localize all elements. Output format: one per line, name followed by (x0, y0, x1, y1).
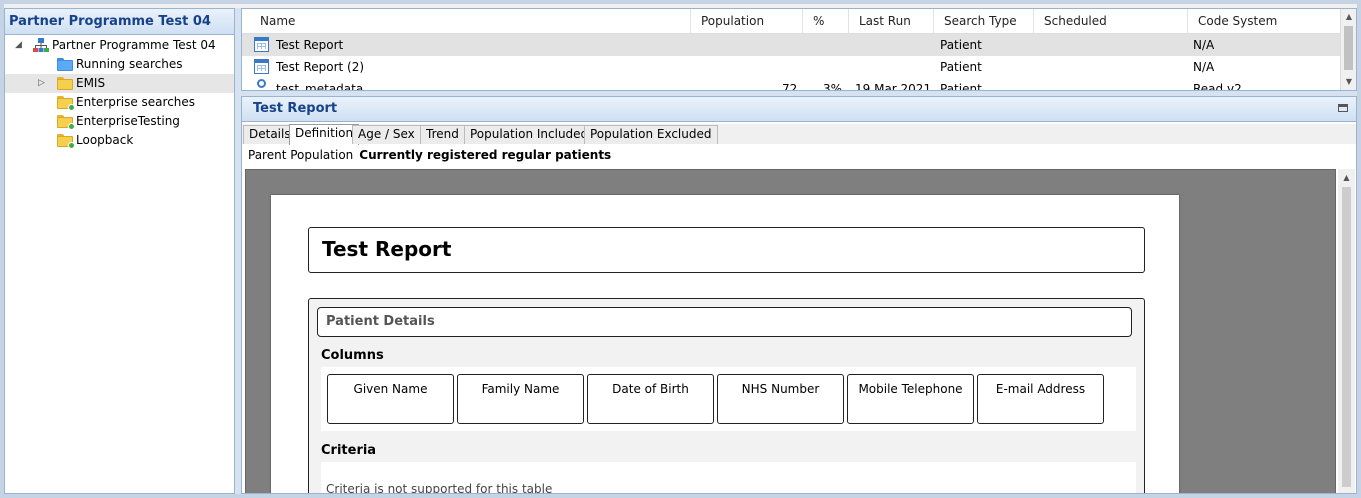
org-icon (33, 38, 49, 52)
preview-scrollbar[interactable]: ▲ (1338, 169, 1355, 493)
detail-panel: Test Report Details Definition Age / Sex… (241, 96, 1357, 494)
criteria-box: Criteria is not supported for this table (321, 462, 1136, 494)
row-name: Test Report (276, 38, 344, 52)
section-title: Patient Details (317, 307, 1132, 337)
scroll-thumb[interactable] (1342, 187, 1351, 487)
table-row[interactable]: test_metadata 72 3% 19 Mar 2021 Patient … (242, 78, 1342, 91)
minimize-icon[interactable] (1338, 104, 1348, 112)
column-header-last-run[interactable]: Last Run (849, 9, 934, 34)
tree-item-label: Loopback (76, 133, 134, 147)
report-page: Test Report Patient Details Columns Give… (271, 195, 1179, 494)
criteria-text: Criteria is not supported for this table (326, 482, 553, 494)
columns-list: Given Name Family Name Date of Birth NHS… (321, 367, 1136, 431)
tree-item-emis[interactable]: ▷ EMIS (5, 74, 234, 93)
column-header-population-count[interactable]: Population Count (691, 9, 803, 53)
folder-icon (57, 77, 73, 90)
list-scrollbar[interactable]: ▲ ▼ (1340, 9, 1356, 90)
row-last-run: 19 Mar 2021 (855, 82, 932, 91)
table-row[interactable]: Test Report (2) Patient N/A (242, 56, 1342, 78)
report-icon (254, 37, 269, 52)
search-list: Name Population Count % Last Run Search … (241, 8, 1357, 91)
row-search-type: Patient (940, 38, 982, 52)
scroll-up-icon[interactable]: ▲ (1341, 9, 1356, 25)
scroll-thumb[interactable] (1344, 26, 1353, 70)
tab-age-sex[interactable]: Age / Sex (352, 125, 421, 144)
tree-item-loopback[interactable]: Loopback (5, 131, 234, 150)
tree-item-label: EMIS (76, 76, 106, 90)
tab-definition[interactable]: Definition (289, 124, 360, 145)
report-section: Patient Details Columns Given Name Famil… (308, 298, 1145, 494)
columns-heading: Columns (321, 348, 384, 363)
criteria-heading: Criteria (321, 443, 377, 458)
tree-item-enterprise-searches[interactable]: Enterprise searches (5, 93, 234, 112)
row-population-count: 72 (782, 82, 798, 91)
column-box: Date of Birth (587, 374, 714, 424)
tree-item-label: Enterprise searches (76, 95, 196, 109)
detail-title-text: Test Report (253, 101, 338, 116)
row-search-type: Patient (940, 60, 982, 74)
folder-shared-icon (57, 115, 75, 130)
column-header-name[interactable]: Name (250, 9, 691, 34)
scroll-down-icon[interactable]: ▼ (1341, 74, 1356, 90)
scroll-up-icon[interactable]: ▲ (1338, 169, 1355, 186)
tab-population-excluded[interactable]: Population Excluded (584, 125, 718, 144)
tree-item-enterprise-testing[interactable]: EnterpriseTesting (5, 112, 234, 131)
column-header-scheduled[interactable]: Scheduled (1034, 9, 1188, 34)
parent-population-value: Currently registered regular patients (359, 148, 612, 162)
column-header-search-type[interactable]: Search Type (934, 9, 1034, 34)
tab-trend[interactable]: Trend (420, 125, 465, 144)
detail-title: Test Report (242, 97, 1356, 122)
row-name: test_metadata (276, 82, 364, 91)
report-preview: Test Report Patient Details Columns Give… (245, 169, 1336, 494)
expand-arrow-icon[interactable]: ▷ (38, 74, 45, 93)
row-code-system: Read v2 (1193, 82, 1242, 91)
row-code-system: N/A (1193, 60, 1215, 74)
column-box: Given Name (327, 374, 454, 424)
row-search-type: Patient (940, 82, 982, 91)
row-name: Test Report (2) (276, 60, 365, 74)
tree-item-label: Partner Programme Test 04 (52, 38, 216, 52)
column-header-code-system[interactable]: Code System (1188, 9, 1342, 34)
folder-shared-icon (57, 134, 75, 149)
folder-tree-panel: Partner Programme Test 04 ◢ Partner Prog… (4, 8, 235, 494)
parent-population-label: Parent Population (248, 148, 354, 162)
tree-panel-title: Partner Programme Test 04 (5, 9, 234, 35)
table-row[interactable]: Test Report Patient N/A (242, 34, 1342, 56)
folder-shared-icon (57, 96, 75, 111)
list-header: Name Population Count % Last Run Search … (242, 9, 1342, 53)
tree-item-running-searches[interactable]: Running searches (5, 55, 234, 74)
collapse-arrow-icon[interactable]: ◢ (15, 36, 22, 55)
tree-item-label: Running searches (76, 57, 183, 71)
folder-blue-icon (57, 58, 73, 71)
tab-strip: Details Definition Age / Sex Trend Popul… (242, 124, 1356, 145)
column-box: E-mail Address (977, 374, 1104, 424)
column-header-percent[interactable]: % (803, 9, 849, 34)
search-icon (257, 79, 266, 88)
report-icon (254, 59, 269, 74)
tree-item-label: EnterpriseTesting (76, 114, 180, 128)
column-box: Family Name (457, 374, 584, 424)
row-percent: 3% (823, 82, 843, 91)
column-box: Mobile Telephone (847, 374, 974, 424)
tab-population-included[interactable]: Population Included (464, 125, 595, 144)
parent-population: Parent Population Currently registered re… (242, 145, 1356, 167)
tree-item-root[interactable]: ◢ Partner Programme Test 04 (5, 36, 234, 55)
column-box: NHS Number (717, 374, 844, 424)
report-title: Test Report (308, 227, 1145, 273)
row-code-system: N/A (1193, 38, 1215, 52)
